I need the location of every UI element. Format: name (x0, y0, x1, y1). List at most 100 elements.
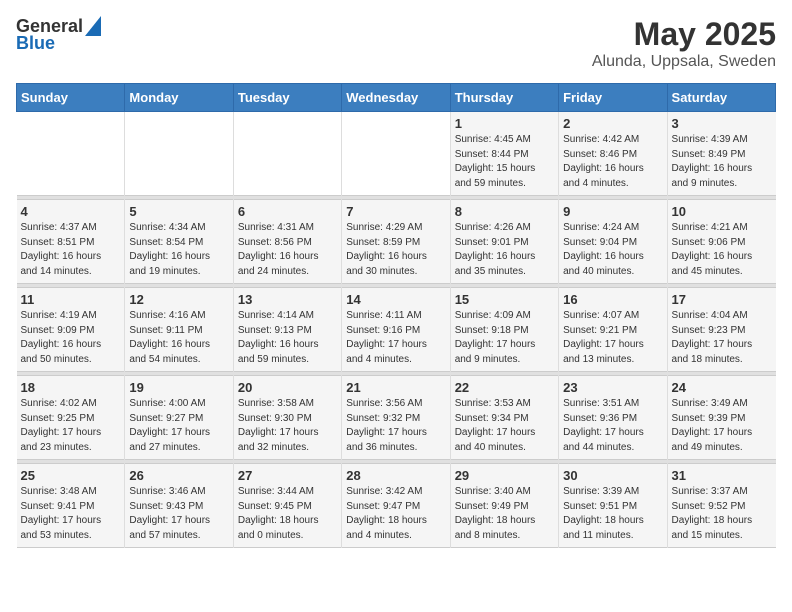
calendar-cell (233, 112, 341, 196)
day-info: Sunrise: 3:48 AM Sunset: 9:41 PM Dayligh… (21, 485, 121, 543)
calendar-week-row: 11 Sunrise: 4:19 AM Sunset: 9:09 PM Dayli… (17, 288, 776, 372)
day-number: 11 (21, 292, 121, 307)
day-number: 8 (455, 204, 554, 219)
logo-triangle-icon (85, 16, 101, 36)
day-number: 28 (346, 468, 445, 483)
day-info: Sunrise: 4:24 AM Sunset: 9:04 PM Dayligh… (563, 221, 662, 279)
day-info: Sunrise: 4:26 AM Sunset: 9:01 PM Dayligh… (455, 221, 554, 279)
header-sunday: Sunday (17, 84, 125, 112)
day-info: Sunrise: 3:53 AM Sunset: 9:34 PM Dayligh… (455, 397, 554, 455)
day-number: 19 (129, 380, 228, 395)
calendar-cell: 14 Sunrise: 4:11 AM Sunset: 9:16 PM Dayli… (342, 288, 450, 372)
day-number: 20 (238, 380, 337, 395)
day-number: 13 (238, 292, 337, 307)
day-number: 23 (563, 380, 662, 395)
calendar-cell: 27 Sunrise: 3:44 AM Sunset: 9:45 PM Dayli… (233, 464, 341, 548)
day-info: Sunrise: 3:44 AM Sunset: 9:45 PM Dayligh… (238, 485, 337, 543)
day-info: Sunrise: 4:42 AM Sunset: 8:46 PM Dayligh… (563, 133, 662, 191)
day-info: Sunrise: 4:09 AM Sunset: 9:18 PM Dayligh… (455, 309, 554, 367)
calendar-cell: 23 Sunrise: 3:51 AM Sunset: 9:36 PM Dayli… (559, 376, 667, 460)
day-info: Sunrise: 4:45 AM Sunset: 8:44 PM Dayligh… (455, 133, 554, 191)
calendar-cell: 6Sunrise: 4:31 AM Sunset: 8:56 PM Daylig… (233, 200, 341, 284)
calendar-week-row: 18Sunrise: 4:02 AM Sunset: 9:25 PM Dayli… (17, 376, 776, 460)
day-info: Sunrise: 4:31 AM Sunset: 8:56 PM Dayligh… (238, 221, 337, 279)
day-number: 16 (563, 292, 662, 307)
day-number: 7 (346, 204, 445, 219)
calendar-cell: 24 Sunrise: 3:49 AM Sunset: 9:39 PM Dayli… (667, 376, 775, 460)
day-info: Sunrise: 4:14 AM Sunset: 9:13 PM Dayligh… (238, 309, 337, 367)
day-number: 27 (238, 468, 337, 483)
logo-text-blue: Blue (16, 33, 55, 54)
page-title: May 2025 (592, 16, 776, 53)
day-info: Sunrise: 4:16 AM Sunset: 9:11 PM Dayligh… (129, 309, 228, 367)
header-saturday: Saturday (667, 84, 775, 112)
calendar-cell: 8 Sunrise: 4:26 AM Sunset: 9:01 PM Daylig… (450, 200, 558, 284)
calendar-cell: 29Sunrise: 3:40 AM Sunset: 9:49 PM Dayli… (450, 464, 558, 548)
calendar-cell: 26 Sunrise: 3:46 AM Sunset: 9:43 PM Dayli… (125, 464, 233, 548)
day-number: 18 (21, 380, 121, 395)
page-subtitle: Alunda, Uppsala, Sweden (592, 53, 776, 71)
day-info: Sunrise: 4:39 AM Sunset: 8:49 PM Dayligh… (672, 133, 772, 191)
day-info: Sunrise: 4:04 AM Sunset: 9:23 PM Dayligh… (672, 309, 772, 367)
day-info: Sunrise: 4:21 AM Sunset: 9:06 PM Dayligh… (672, 221, 772, 279)
calendar-cell: 7Sunrise: 4:29 AM Sunset: 8:59 PM Daylig… (342, 200, 450, 284)
day-info: Sunrise: 4:34 AM Sunset: 8:54 PM Dayligh… (129, 221, 228, 279)
calendar-cell: 18Sunrise: 4:02 AM Sunset: 9:25 PM Dayli… (17, 376, 125, 460)
day-number: 5 (129, 204, 228, 219)
day-number: 12 (129, 292, 228, 307)
calendar-cell: 30 Sunrise: 3:39 AM Sunset: 9:51 PM Dayli… (559, 464, 667, 548)
header-tuesday: Tuesday (233, 84, 341, 112)
day-number: 30 (563, 468, 662, 483)
header-monday: Monday (125, 84, 233, 112)
day-number: 14 (346, 292, 445, 307)
day-info: Sunrise: 3:58 AM Sunset: 9:30 PM Dayligh… (238, 397, 337, 455)
calendar-cell: 19 Sunrise: 4:00 AM Sunset: 9:27 PM Dayli… (125, 376, 233, 460)
calendar-cell (17, 112, 125, 196)
calendar-cell: 31 Sunrise: 3:37 AM Sunset: 9:52 PM Dayli… (667, 464, 775, 548)
calendar-cell: 25 Sunrise: 3:48 AM Sunset: 9:41 PM Dayli… (17, 464, 125, 548)
day-number: 31 (672, 468, 772, 483)
day-number: 4 (21, 204, 121, 219)
calendar-cell: 21Sunrise: 3:56 AM Sunset: 9:32 PM Dayli… (342, 376, 450, 460)
day-number: 25 (21, 468, 121, 483)
day-info: Sunrise: 3:37 AM Sunset: 9:52 PM Dayligh… (672, 485, 772, 543)
calendar-cell: 1Sunrise: 4:45 AM Sunset: 8:44 PM Daylig… (450, 112, 558, 196)
calendar-cell (342, 112, 450, 196)
calendar-header-row: SundayMondayTuesdayWednesdayThursdayFrid… (17, 84, 776, 112)
calendar-cell: 15Sunrise: 4:09 AM Sunset: 9:18 PM Dayli… (450, 288, 558, 372)
title-block: May 2025 Alunda, Uppsala, Sweden (592, 16, 776, 71)
day-number: 3 (672, 116, 772, 131)
day-info: Sunrise: 4:07 AM Sunset: 9:21 PM Dayligh… (563, 309, 662, 367)
page-header: General Blue May 2025 Alunda, Uppsala, S… (16, 16, 776, 71)
calendar-cell: 4 Sunrise: 4:37 AM Sunset: 8:51 PM Daylig… (17, 200, 125, 284)
day-info: Sunrise: 4:11 AM Sunset: 9:16 PM Dayligh… (346, 309, 445, 367)
calendar-week-row: 1Sunrise: 4:45 AM Sunset: 8:44 PM Daylig… (17, 112, 776, 196)
day-info: Sunrise: 4:19 AM Sunset: 9:09 PM Dayligh… (21, 309, 121, 367)
calendar-cell: 28Sunrise: 3:42 AM Sunset: 9:47 PM Dayli… (342, 464, 450, 548)
day-info: Sunrise: 3:49 AM Sunset: 9:39 PM Dayligh… (672, 397, 772, 455)
day-number: 22 (455, 380, 554, 395)
calendar-cell: 9 Sunrise: 4:24 AM Sunset: 9:04 PM Daylig… (559, 200, 667, 284)
day-number: 10 (672, 204, 772, 219)
calendar-cell: 17 Sunrise: 4:04 AM Sunset: 9:23 PM Dayli… (667, 288, 775, 372)
day-info: Sunrise: 3:51 AM Sunset: 9:36 PM Dayligh… (563, 397, 662, 455)
header-thursday: Thursday (450, 84, 558, 112)
day-info: Sunrise: 3:39 AM Sunset: 9:51 PM Dayligh… (563, 485, 662, 543)
header-friday: Friday (559, 84, 667, 112)
day-number: 9 (563, 204, 662, 219)
calendar-cell: 13 Sunrise: 4:14 AM Sunset: 9:13 PM Dayli… (233, 288, 341, 372)
calendar-cell: 5 Sunrise: 4:34 AM Sunset: 8:54 PM Daylig… (125, 200, 233, 284)
day-number: 17 (672, 292, 772, 307)
calendar-week-row: 4 Sunrise: 4:37 AM Sunset: 8:51 PM Daylig… (17, 200, 776, 284)
calendar-cell: 2Sunrise: 4:42 AM Sunset: 8:46 PM Daylig… (559, 112, 667, 196)
logo: General Blue (16, 16, 101, 54)
day-info: Sunrise: 4:37 AM Sunset: 8:51 PM Dayligh… (21, 221, 121, 279)
calendar-week-row: 25 Sunrise: 3:48 AM Sunset: 9:41 PM Dayli… (17, 464, 776, 548)
calendar-cell: 3 Sunrise: 4:39 AM Sunset: 8:49 PM Daylig… (667, 112, 775, 196)
day-info: Sunrise: 4:00 AM Sunset: 9:27 PM Dayligh… (129, 397, 228, 455)
day-number: 26 (129, 468, 228, 483)
day-info: Sunrise: 3:56 AM Sunset: 9:32 PM Dayligh… (346, 397, 445, 455)
day-info: Sunrise: 3:46 AM Sunset: 9:43 PM Dayligh… (129, 485, 228, 543)
day-number: 24 (672, 380, 772, 395)
calendar-cell: 22 Sunrise: 3:53 AM Sunset: 9:34 PM Dayli… (450, 376, 558, 460)
